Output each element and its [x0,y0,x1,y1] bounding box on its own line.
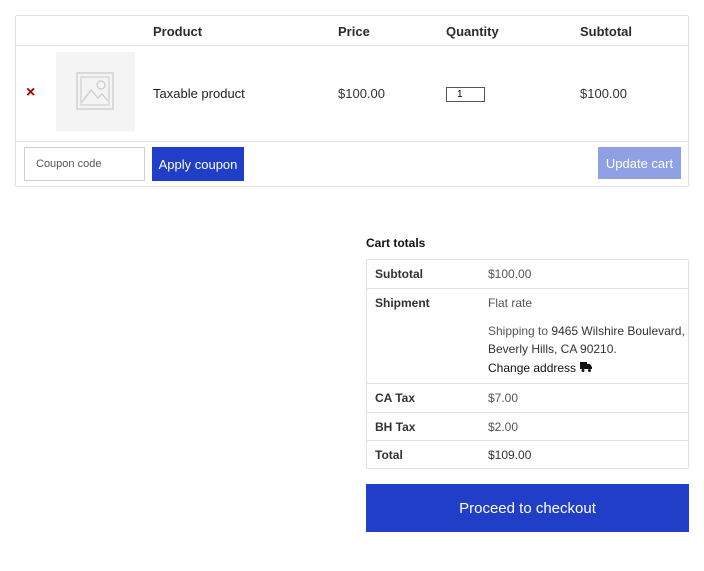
total-value: $109.00 [488,448,532,462]
update-cart-button[interactable]: Update cart [598,147,681,179]
apply-coupon-button[interactable]: Apply coupon [152,147,244,181]
shipment-label: Shipment [375,296,430,310]
product-price: $100.00 [338,86,385,101]
column-header-quantity: Quantity [446,24,499,39]
totals-row-subtotal: Subtotal $100.00 [367,260,688,289]
ca-tax-label: CA Tax [375,391,416,405]
shipping-destination: Shipping to 9465 Wilshire Boulevard, Bev… [488,322,688,358]
cart-totals-title: Cart totals [366,236,426,250]
change-address-label: Change address [488,361,577,375]
bh-tax-value: $2.00 [488,420,519,434]
cart-table-header: Product Price Quantity Subtotal [16,16,688,46]
truck-icon [580,362,593,372]
ca-tax-value: $7.00 [488,391,519,405]
bh-tax-label: BH Tax [375,420,416,434]
product-name-link[interactable]: Taxable product [153,86,245,101]
cart-table: Product Price Quantity Subtotal × Taxabl… [15,15,689,187]
cart-totals-table: Subtotal $100.00 Shipment Flat rate Ship… [366,259,689,469]
product-thumbnail[interactable] [56,52,135,131]
quantity-input[interactable] [446,87,485,102]
shipping-method: Flat rate [488,296,533,310]
subtotal-value: $100.00 [488,267,532,281]
column-header-subtotal: Subtotal [580,24,632,39]
totals-row-bh-tax: BH Tax $2.00 [367,413,688,441]
column-header-price: Price [338,24,370,39]
table-row: × Taxable product $100.00 $100.00 [16,46,688,142]
image-placeholder-icon [76,72,114,110]
total-label: Total [375,448,403,462]
column-header-product: Product [153,24,203,39]
subtotal-label: Subtotal [375,267,423,281]
change-address-button[interactable]: Change address [488,361,593,375]
cart-actions: Apply coupon Update cart [16,142,688,188]
coupon-code-input[interactable] [24,147,145,181]
shipping-prefix: Shipping to [488,324,552,338]
remove-item-button[interactable]: × [26,84,40,102]
totals-row-ca-tax: CA Tax $7.00 [367,384,688,413]
totals-row-total: Total $109.00 [367,441,688,469]
product-subtotal: $100.00 [580,86,627,101]
proceed-to-checkout-button[interactable]: Proceed to checkout [366,484,689,532]
